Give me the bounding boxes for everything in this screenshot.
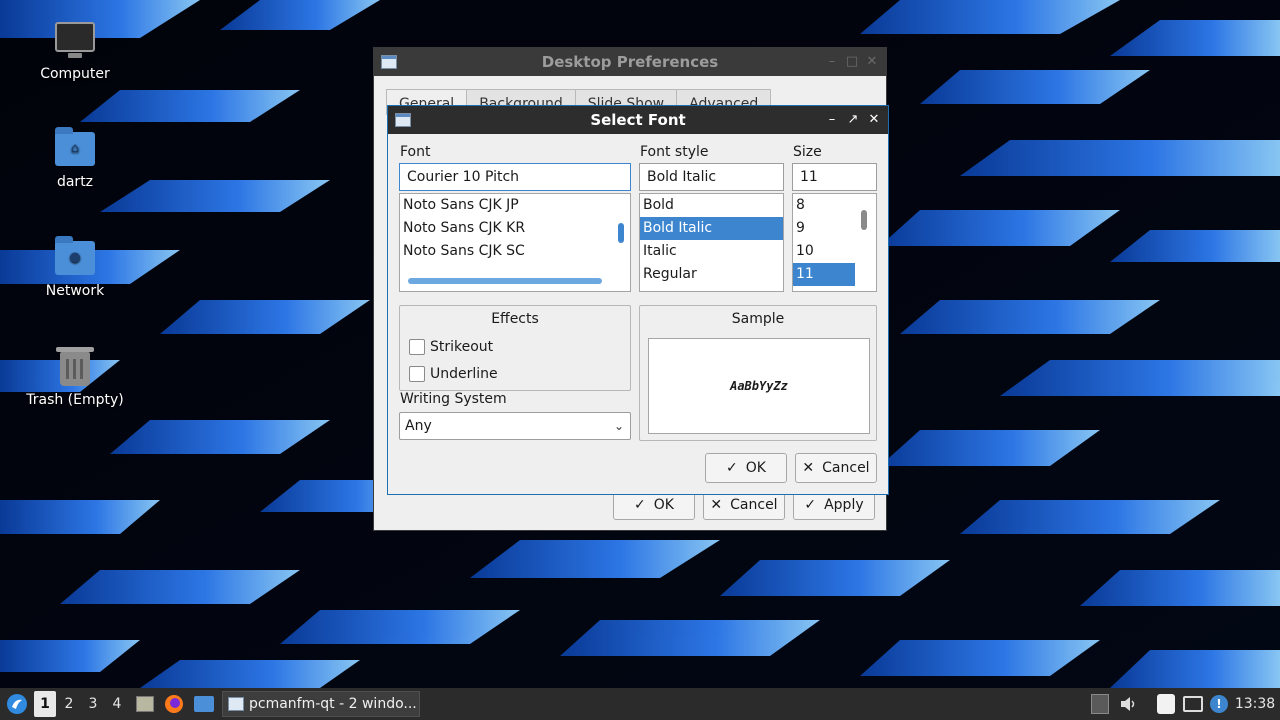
font-style-label: Font style bbox=[640, 144, 709, 160]
desktop-switch-1[interactable]: 1 bbox=[34, 691, 56, 717]
font-style-list[interactable]: Bold Bold Italic Italic Regular bbox=[639, 193, 784, 292]
font-cancel-button[interactable]: ✕ Cancel bbox=[795, 453, 877, 483]
check-icon: ✓ bbox=[726, 460, 738, 476]
start-menu-button[interactable] bbox=[4, 688, 30, 720]
writing-system-select[interactable]: Any ⌄ bbox=[399, 412, 631, 440]
font-dialog-titlebar[interactable]: Select Font – ↗ ✕ bbox=[388, 106, 888, 134]
font-list-item[interactable]: Noto Sans CJK JP bbox=[400, 194, 610, 217]
style-list-item[interactable]: Regular bbox=[640, 263, 783, 286]
computer-icon bbox=[54, 20, 96, 60]
network-folder-icon: ● bbox=[54, 236, 96, 277]
sample-group: Sample AaBbYyZz bbox=[639, 305, 877, 441]
writing-system-label: Writing System bbox=[400, 391, 507, 407]
minimize-icon[interactable]: – bbox=[822, 106, 842, 134]
maximize-icon[interactable]: ↗ bbox=[843, 106, 863, 134]
clipboard-icon[interactable] bbox=[1157, 694, 1175, 714]
font-list-item[interactable]: Noto Sans CJK KR bbox=[400, 217, 610, 240]
x-icon: ✕ bbox=[802, 460, 815, 476]
scroll-thumb[interactable] bbox=[861, 210, 867, 230]
select-font-dialog: Select Font – ↗ ✕ Font Courier 10 Pitch … bbox=[387, 105, 889, 495]
desktop-icon-label: Computer bbox=[40, 66, 110, 82]
check-icon: ✓ bbox=[804, 497, 817, 513]
size-list[interactable]: 8 9 10 11 bbox=[792, 193, 877, 292]
style-list-item[interactable]: Bold bbox=[640, 194, 783, 217]
effects-title: Effects bbox=[491, 311, 539, 327]
style-list-item-selected[interactable]: Bold Italic bbox=[640, 217, 783, 240]
desktop-switch-4[interactable]: 4 bbox=[106, 688, 128, 720]
file-manager-launcher[interactable] bbox=[134, 688, 156, 720]
desktop-icon bbox=[194, 696, 214, 712]
size-list-vscroll[interactable] bbox=[861, 196, 867, 289]
chevron-down-icon: ⌄ bbox=[613, 419, 624, 433]
firefox-icon bbox=[165, 695, 183, 713]
style-list-item[interactable]: Italic bbox=[640, 240, 783, 263]
underline-checkbox[interactable] bbox=[409, 366, 425, 382]
font-label: Font bbox=[400, 144, 431, 160]
font-style-input[interactable]: Bold Italic bbox=[639, 163, 784, 191]
prefs-cancel-label: Cancel bbox=[730, 497, 778, 513]
taskbar: 1 2 3 4 pcmanfm-qt - 2 windo... ! 13:38 bbox=[0, 688, 1280, 720]
window-icon bbox=[228, 697, 244, 711]
scroll-thumb[interactable] bbox=[618, 223, 624, 243]
size-list-item[interactable]: 10 bbox=[793, 240, 855, 263]
desktop-switch-2[interactable]: 2 bbox=[58, 688, 80, 720]
prefs-titlebar[interactable]: Desktop Preferences – □ ✕ bbox=[374, 48, 886, 76]
font-cancel-label: Cancel bbox=[822, 460, 870, 476]
sample-preview: AaBbYyZz bbox=[648, 338, 870, 434]
taskbar-task-pcmanfm[interactable]: pcmanfm-qt - 2 windo... bbox=[222, 691, 420, 717]
writing-system-value: Any bbox=[405, 418, 432, 434]
prefs-apply-label: Apply bbox=[824, 497, 864, 513]
network-status-icon[interactable] bbox=[1183, 696, 1203, 712]
show-desktop-button[interactable] bbox=[192, 688, 216, 720]
underline-label[interactable]: Underline bbox=[430, 366, 498, 382]
desktop-icon-home[interactable]: ⌂ dartz bbox=[15, 127, 135, 190]
desktop-icon-computer[interactable]: Computer bbox=[15, 20, 135, 82]
font-dialog-title: Select Font bbox=[590, 111, 686, 129]
font-ok-button[interactable]: ✓ OK bbox=[705, 453, 787, 483]
volume-icon[interactable] bbox=[1119, 694, 1137, 714]
update-notifier-icon[interactable]: ! bbox=[1210, 695, 1228, 713]
maximize-icon[interactable]: □ bbox=[842, 48, 862, 76]
desktop-icon-label: Trash (Empty) bbox=[26, 392, 124, 408]
desktop-icon-network[interactable]: ● Network bbox=[15, 236, 135, 299]
tray-expand-icon[interactable] bbox=[1091, 694, 1109, 714]
font-ok-label: OK bbox=[745, 460, 766, 476]
font-list-item[interactable]: Noto Sans CJK SC bbox=[400, 240, 610, 263]
check-icon: ✓ bbox=[634, 497, 646, 513]
close-icon[interactable]: ✕ bbox=[862, 48, 882, 76]
font-list[interactable]: Noto Sans CJK JP Noto Sans CJK KR Noto S… bbox=[399, 193, 631, 292]
desktop-icon-trash[interactable]: Trash (Empty) bbox=[15, 346, 135, 408]
effects-group: Effects Strikeout Underline bbox=[399, 305, 631, 391]
size-input[interactable]: 11 bbox=[792, 163, 877, 191]
minimize-icon[interactable]: – bbox=[822, 48, 842, 76]
window-icon bbox=[395, 113, 411, 127]
window-icon bbox=[381, 55, 397, 69]
font-input[interactable]: Courier 10 Pitch bbox=[399, 163, 631, 191]
font-list-hscroll[interactable] bbox=[408, 278, 602, 284]
strikeout-label[interactable]: Strikeout bbox=[430, 339, 493, 355]
home-folder-icon: ⌂ bbox=[54, 127, 96, 168]
prefs-ok-label: OK bbox=[653, 497, 674, 513]
x-icon: ✕ bbox=[710, 497, 723, 513]
file-manager-icon bbox=[136, 696, 154, 712]
size-label: Size bbox=[793, 144, 822, 160]
size-list-item[interactable]: 9 bbox=[793, 217, 855, 240]
font-list-vscroll[interactable] bbox=[618, 196, 624, 289]
clock[interactable]: 13:38 bbox=[1232, 688, 1278, 720]
firefox-launcher[interactable] bbox=[163, 688, 185, 720]
lxqt-logo-icon bbox=[7, 694, 27, 714]
size-list-item-selected[interactable]: 11 bbox=[793, 263, 855, 286]
strikeout-checkbox[interactable] bbox=[409, 339, 425, 355]
size-list-item[interactable]: 8 bbox=[793, 194, 855, 217]
desktop-icon-label: Network bbox=[45, 283, 105, 299]
prefs-title: Desktop Preferences bbox=[541, 53, 719, 71]
close-icon[interactable]: ✕ bbox=[864, 106, 884, 134]
task-label: pcmanfm-qt - 2 windo... bbox=[249, 696, 417, 712]
sample-title: Sample bbox=[731, 311, 785, 327]
desktop-switch-3[interactable]: 3 bbox=[82, 688, 104, 720]
desktop-icon-label: dartz bbox=[56, 174, 94, 190]
trash-icon bbox=[54, 346, 96, 386]
